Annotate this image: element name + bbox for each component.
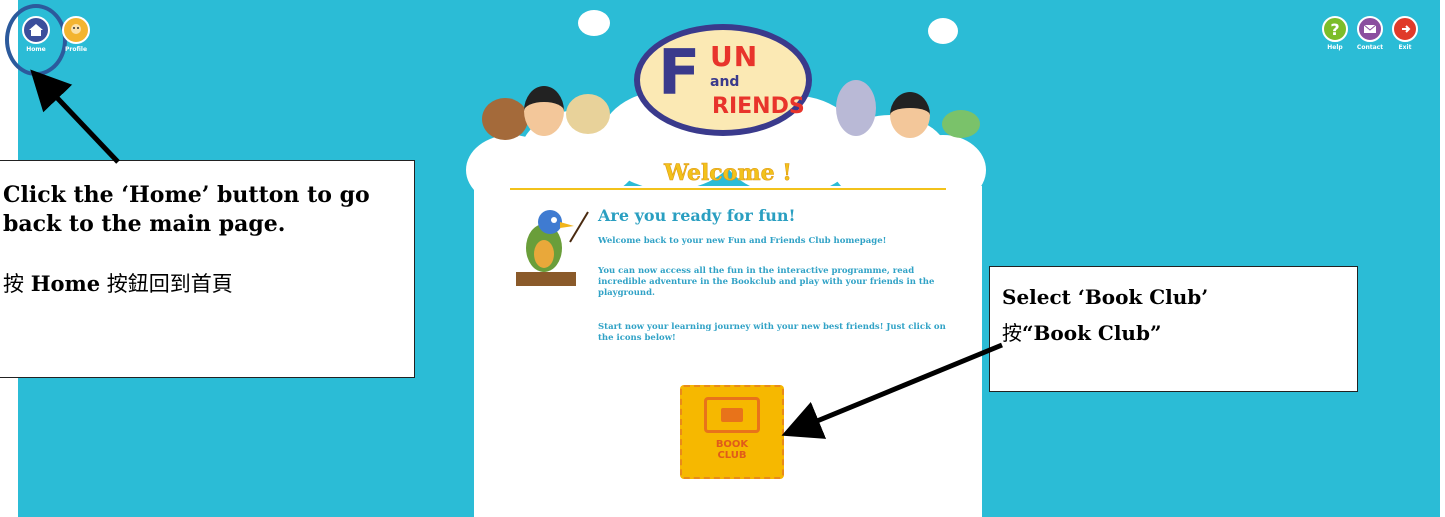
annotation-arrows bbox=[30, 69, 1003, 439]
arrow-to-book-club bbox=[781, 342, 1003, 439]
screenshot-stage: F UN and RIENDS Home Profile ? Help Cont… bbox=[0, 0, 1445, 517]
arrow-to-home bbox=[30, 69, 120, 164]
